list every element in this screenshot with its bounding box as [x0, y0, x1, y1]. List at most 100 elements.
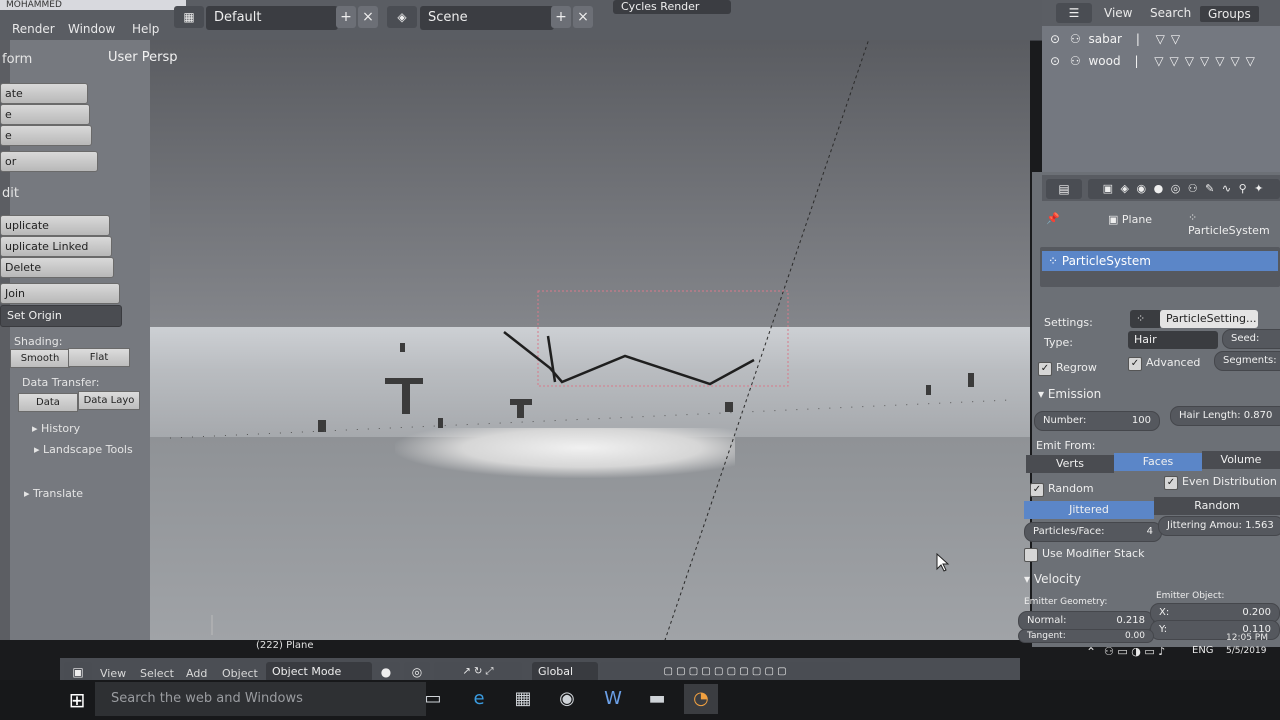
windows-start-icon[interactable]: ⊞	[62, 686, 92, 714]
word-icon[interactable]: W	[596, 684, 630, 714]
outliner-tab-search[interactable]: Search	[1150, 6, 1191, 20]
screen-layout-icon[interactable]: ▦	[174, 6, 204, 28]
normal-velocity-field[interactable]: Normal: 0.218	[1018, 611, 1154, 631]
scene-field[interactable]: Scene	[420, 6, 554, 30]
advanced-checkbox[interactable]: ✓	[1128, 357, 1142, 371]
properties-context-tabs[interactable]: ▣ ◈ ◉ ● ◎ ⚇ ✎ ∿ ⚲ ✦	[1088, 179, 1280, 199]
transform-panel-header[interactable]: form	[2, 52, 32, 67]
particles-per-face-field[interactable]: Particles/Face: 4	[1024, 522, 1162, 542]
type-select[interactable]: Hair	[1128, 331, 1218, 349]
properties-editor-type-icon[interactable]: ▤	[1046, 179, 1082, 199]
outliner-row[interactable]: ⊙ ⚇ wood | ▽▽▽▽▽▽▽	[1050, 54, 1261, 68]
landscape-tools-panel[interactable]: ▸ Landscape Tools	[34, 443, 133, 456]
outliner-tab-groups[interactable]: Groups	[1200, 6, 1259, 22]
pin-icon[interactable]: 📌	[1046, 212, 1060, 225]
even-distribution-checkbox[interactable]: ✓	[1164, 476, 1178, 490]
edit-panel-header[interactable]: dit	[2, 186, 19, 201]
menu-view[interactable]: View	[100, 667, 126, 680]
add-scene-button[interactable]: +	[551, 6, 571, 28]
use-modifier-stack-checkbox[interactable]	[1024, 548, 1038, 562]
breadcrumb-particle-label: ParticleSystem	[1188, 224, 1270, 237]
eye-icon[interactable]: ⊙	[1050, 54, 1060, 68]
restrict-icons[interactable]: | ▽▽	[1136, 32, 1186, 46]
menu-select[interactable]: Select	[140, 667, 174, 680]
emit-from-verts[interactable]: Verts	[1026, 455, 1114, 473]
set-origin-dropdown[interactable]: Set Origin	[0, 305, 122, 327]
distribution-jittered[interactable]: Jittered	[1024, 501, 1154, 519]
outliner-tab-view[interactable]: View	[1104, 6, 1132, 20]
tray-time[interactable]: 12:05 PM	[1226, 633, 1268, 643]
delete-button[interactable]: Delete	[0, 257, 114, 278]
emit-from-faces[interactable]: Faces	[1114, 453, 1202, 471]
taskbar-search-box[interactable]: Search the web and Windows	[95, 682, 426, 716]
remove-scene-button[interactable]: ×	[573, 6, 593, 28]
tray-date[interactable]: 5/5/2019	[1226, 646, 1266, 656]
menu-add[interactable]: Add	[186, 667, 207, 680]
outliner-editor-type-icon[interactable]: ☰	[1056, 3, 1092, 23]
random-checkbox[interactable]: ✓	[1030, 483, 1044, 497]
x-label: X:	[1159, 607, 1170, 618]
particle-system-list-item[interactable]: ⁘ ParticleSystem	[1042, 251, 1278, 271]
data-button[interactable]: Data	[18, 393, 78, 412]
chrome-icon[interactable]: ◉	[550, 684, 584, 714]
number-field[interactable]: Number: 100	[1034, 411, 1160, 431]
settings-browse-icon[interactable]: ⁘	[1130, 310, 1162, 328]
distribution-random[interactable]: Random	[1154, 497, 1280, 515]
particle-system-name: ParticleSystem	[1061, 254, 1151, 268]
tangent-velocity-field[interactable]: Tangent: 0.00	[1018, 629, 1154, 643]
screen-layout-field[interactable]: Default	[206, 6, 338, 30]
curve-object	[503, 331, 755, 386]
tray-icons[interactable]: ⚇ ▭ ◑ ▭ ♪	[1104, 645, 1165, 658]
join-button[interactable]: Join	[0, 283, 120, 304]
task-view-icon[interactable]: ▭	[416, 684, 450, 714]
store-icon[interactable]: ▦	[506, 684, 540, 714]
editor-type-icon[interactable]: ▣	[64, 662, 92, 682]
even-distribution-label: Even Distribution	[1182, 475, 1277, 488]
regrow-checkbox[interactable]: ✓	[1038, 362, 1052, 376]
eye-icon[interactable]: ⊙	[1050, 32, 1060, 46]
flat-button[interactable]: Flat	[68, 348, 130, 367]
translate-operator-panel[interactable]: ▸ Translate	[24, 487, 83, 500]
menu-render[interactable]: Render	[12, 22, 55, 36]
transform-orientation-select[interactable]: Global	[532, 662, 598, 682]
velocity-label: Velocity	[1033, 572, 1081, 586]
tree-object	[968, 373, 974, 387]
emission-panel-header[interactable]: ▾ Emission	[1038, 387, 1101, 401]
segments-field[interactable]: Segments:	[1214, 351, 1280, 371]
file-explorer-icon[interactable]: ▬	[640, 684, 674, 714]
seed-field[interactable]: Seed:	[1222, 329, 1280, 349]
manipulator-icons[interactable]: ↗ ↻ ⤢	[434, 662, 522, 682]
transform-button-1[interactable]: ate	[0, 83, 88, 104]
hair-length-field[interactable]: Hair Length: 0.870	[1170, 406, 1280, 426]
emit-from-volume[interactable]: Volume	[1202, 451, 1280, 469]
transform-button-2[interactable]: e	[0, 104, 90, 125]
tray-language[interactable]: ENG	[1192, 645, 1214, 656]
history-panel[interactable]: ▸ History	[32, 422, 80, 435]
restrict-icons[interactable]: | ▽▽▽▽▽▽▽	[1134, 54, 1260, 68]
velocity-panel-header[interactable]: ▾ Velocity	[1024, 572, 1081, 586]
remove-screen-button[interactable]: ×	[358, 6, 378, 28]
history-label: History	[41, 422, 81, 435]
outliner-row[interactable]: ⊙ ⚇ sabar | ▽▽	[1050, 32, 1186, 46]
interaction-mode-select[interactable]: Object Mode	[266, 662, 372, 682]
blender-taskbar-icon[interactable]: ◔	[684, 684, 718, 714]
duplicate-button[interactable]: uplicate	[0, 215, 110, 236]
layer-buttons[interactable]: ▢ ▢ ▢ ▢ ▢ ▢ ▢ ▢ ▢ ▢	[600, 662, 850, 682]
jittering-amount-field[interactable]: Jittering Amou: 1.563	[1158, 516, 1280, 536]
add-screen-button[interactable]: +	[336, 6, 356, 28]
settings-datablock-field[interactable]: ParticleSetting...	[1160, 310, 1258, 328]
edge-browser-icon[interactable]: e	[462, 684, 496, 714]
menu-help[interactable]: Help	[132, 22, 159, 36]
tray-chevron-icon[interactable]: ⌃	[1086, 645, 1096, 659]
transform-button-4[interactable]: or	[0, 151, 98, 172]
transform-button-3[interactable]: e	[0, 125, 92, 146]
scene-icon[interactable]: ◈	[387, 6, 417, 28]
data-layout-button[interactable]: Data Layo	[78, 391, 140, 410]
menu-window[interactable]: Window	[68, 22, 115, 36]
menu-object[interactable]: Object	[222, 667, 258, 680]
render-engine-select[interactable]: Cycles Render	[613, 0, 731, 14]
smooth-button[interactable]: Smooth	[10, 349, 70, 368]
duplicate-linked-button[interactable]: uplicate Linked	[0, 236, 112, 257]
pivot-point-icon[interactable]: ◎	[404, 662, 430, 682]
viewport-shading-icon[interactable]: ●	[372, 662, 400, 682]
